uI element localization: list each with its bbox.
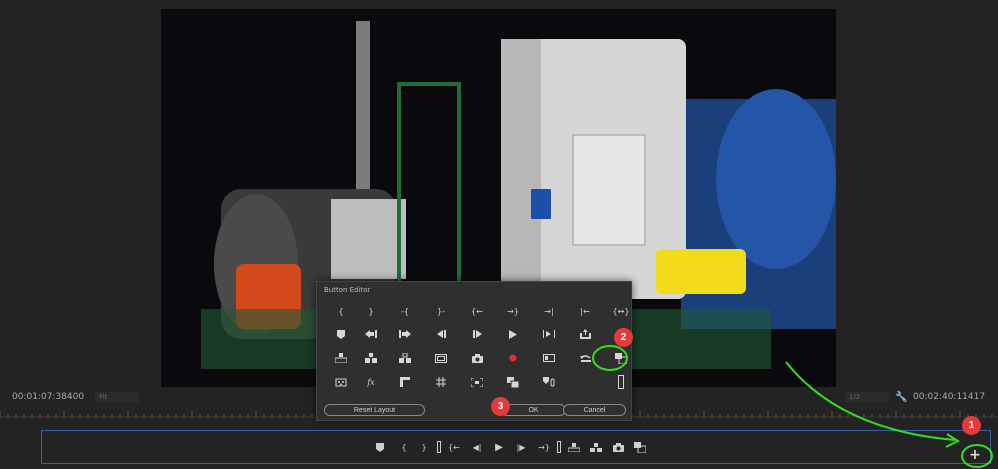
dialog-title: Button Editor bbox=[324, 286, 371, 294]
lift-icon[interactable] bbox=[567, 439, 581, 455]
comparison-view-icon[interactable] bbox=[633, 439, 647, 455]
mark-out-grid-button[interactable]: } bbox=[361, 304, 381, 318]
mark-in-button[interactable]: { bbox=[397, 439, 411, 455]
compare-icon[interactable] bbox=[611, 351, 631, 365]
proxy-icon[interactable] bbox=[503, 375, 523, 389]
reset-layout-button[interactable]: Reset Layout bbox=[324, 404, 425, 416]
add-marker-icon[interactable] bbox=[373, 439, 387, 455]
record-icon[interactable] bbox=[503, 351, 523, 365]
frame-icon[interactable] bbox=[467, 375, 487, 389]
current-timecode[interactable]: 00:01:07:38400 bbox=[12, 392, 84, 402]
clear-in-out-grid-button[interactable]: {↔} bbox=[611, 304, 631, 318]
extract-icon[interactable] bbox=[361, 351, 381, 365]
separator-icon bbox=[552, 439, 566, 455]
zoom-dropdown[interactable]: Fit bbox=[95, 392, 139, 402]
cancel-button[interactable]: Cancel bbox=[563, 404, 626, 416]
go-to-in-button[interactable]: {← bbox=[447, 439, 461, 455]
mark-out-button[interactable]: } bbox=[417, 439, 431, 455]
multicam-icon[interactable] bbox=[539, 351, 559, 365]
go-to-out-grid-button[interactable]: →} bbox=[503, 304, 523, 318]
fx-icon[interactable]: fx bbox=[361, 375, 381, 389]
go-to-out-button[interactable]: →} bbox=[537, 439, 551, 455]
step-badge-2: 2 bbox=[614, 328, 633, 347]
mark-in-grid-button[interactable]: { bbox=[331, 304, 351, 318]
step-forward-button[interactable]: |▶ bbox=[514, 439, 528, 455]
clear-in-grid-button[interactable]: -{ bbox=[395, 304, 415, 318]
step-back-icon[interactable] bbox=[431, 327, 451, 341]
export-icon[interactable] bbox=[575, 327, 595, 341]
play-button[interactable]: ▶ bbox=[492, 439, 506, 455]
separator-icon bbox=[432, 439, 446, 455]
overlay-icon[interactable] bbox=[395, 375, 415, 389]
button-editor-add-button[interactable]: + bbox=[963, 445, 987, 465]
undo-icon[interactable] bbox=[575, 351, 595, 365]
play-icon[interactable] bbox=[503, 327, 523, 341]
camera-icon[interactable] bbox=[467, 351, 487, 365]
go-to-prev-edit-grid-button[interactable]: |← bbox=[575, 304, 595, 318]
safe-margins-icon[interactable] bbox=[431, 351, 451, 365]
resolution-dropdown[interactable]: 1/2 bbox=[845, 392, 889, 402]
step-forward-icon[interactable] bbox=[467, 327, 487, 341]
grid-icon[interactable] bbox=[431, 375, 451, 389]
marker-icon[interactable] bbox=[331, 327, 351, 341]
ok-button[interactable]: OK bbox=[501, 404, 566, 416]
overwrite-icon[interactable] bbox=[395, 351, 415, 365]
clear-out-grid-button[interactable]: }- bbox=[431, 304, 451, 318]
play-in-to-out-icon[interactable] bbox=[539, 327, 559, 341]
settings-wrench-icon[interactable]: 🔧 bbox=[895, 392, 907, 403]
export-frame-camera-icon[interactable] bbox=[611, 439, 625, 455]
lift-icon[interactable] bbox=[331, 351, 351, 365]
step-badge-3: 3 bbox=[491, 397, 510, 416]
go-to-in-grid-button[interactable]: {← bbox=[467, 304, 487, 318]
vr-icon[interactable] bbox=[331, 375, 351, 389]
transport-controls-bar: { } {← ◀| ▶ |▶ →} bbox=[41, 430, 991, 464]
go-to-out-icon[interactable] bbox=[395, 327, 415, 341]
audio-icon[interactable] bbox=[539, 375, 559, 389]
extract-icon[interactable] bbox=[589, 439, 603, 455]
step-badge-1: 1 bbox=[962, 416, 981, 435]
go-to-in-icon[interactable] bbox=[361, 327, 381, 341]
go-to-next-edit-grid-button[interactable]: →| bbox=[539, 304, 559, 318]
spacer-icon[interactable] bbox=[611, 375, 631, 389]
step-back-button[interactable]: ◀| bbox=[470, 439, 484, 455]
button-editor-dialog: Button Editor { } -{ }- {← →} →| |← {↔} bbox=[316, 281, 632, 421]
duration-timecode: 00:02:40:11417 bbox=[913, 392, 986, 402]
